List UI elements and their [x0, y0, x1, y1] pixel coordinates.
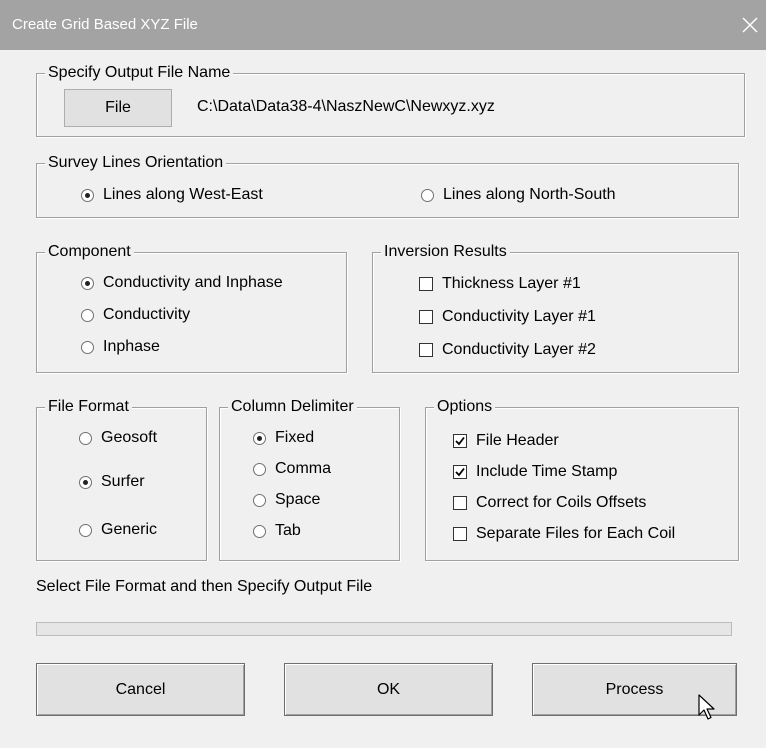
file-button[interactable]: File: [64, 89, 172, 127]
radio-label: Lines along West-East: [103, 186, 263, 203]
radio-label: Geosoft: [101, 429, 158, 446]
radio-label: Fixed: [275, 429, 315, 446]
component-group: Component Conductivity and Inphase Condu…: [36, 242, 347, 373]
check-conductivity-layer-1[interactable]: Conductivity Layer #1: [419, 308, 596, 326]
checkbox-label: Thickness Layer #1: [442, 275, 581, 292]
radio-label: Comma: [275, 460, 332, 477]
radio-label: Conductivity and Inphase: [103, 274, 283, 291]
radio-indicator: [253, 462, 266, 476]
radio-label: Inphase: [103, 338, 160, 355]
inversion-legend: Inversion Results: [381, 242, 510, 262]
radio-label: Surfer: [101, 473, 145, 490]
ok-button[interactable]: OK: [284, 663, 493, 716]
dialog-client: Specify Output File Name File C:\Data\Da…: [0, 50, 766, 748]
checkbox-label: File Header: [476, 432, 559, 449]
column-delimiter-group: Column Delimiter Fixed Comma Space Tab: [219, 397, 400, 561]
radio-surfer[interactable]: Surfer: [79, 473, 145, 491]
radio-fixed[interactable]: Fixed: [253, 429, 314, 447]
check-separate-files-each-coil[interactable]: Separate Files for Each Coil: [453, 525, 675, 543]
check-file-header[interactable]: File Header: [453, 432, 559, 450]
checkmark-icon: [455, 467, 465, 477]
radio-indicator: [253, 431, 266, 445]
radio-indicator: [253, 493, 266, 507]
window-title: Create Grid Based XYZ File: [12, 16, 198, 33]
checkbox-indicator: [419, 343, 433, 357]
checkbox-indicator: [419, 277, 433, 291]
title-bar: Create Grid Based XYZ File: [0, 0, 766, 50]
checkbox-label: Separate Files for Each Coil: [476, 525, 676, 542]
radio-label: Space: [275, 491, 321, 508]
status-text: Select File Format and then Specify Outp…: [36, 578, 373, 595]
radio-comma[interactable]: Comma: [253, 460, 331, 478]
radio-indicator: [81, 276, 94, 290]
radio-label: Lines along North-South: [443, 186, 616, 203]
radio-indicator: [79, 523, 92, 537]
output-path: C:\Data\Data38-4\NaszNewC\Newxyz.xyz: [197, 98, 495, 115]
radio-indicator: [79, 475, 92, 489]
close-button[interactable]: [736, 0, 766, 50]
radio-indicator: [81, 188, 94, 202]
radio-label: Generic: [101, 521, 158, 538]
file-format-legend: File Format: [45, 397, 132, 417]
orientation-legend: Survey Lines Orientation: [45, 153, 227, 173]
column-delimiter-legend: Column Delimiter: [228, 397, 357, 417]
radio-conductivity[interactable]: Conductivity: [81, 306, 190, 324]
radio-north-south[interactable]: Lines along North-South: [421, 186, 616, 204]
radio-indicator: [79, 431, 92, 445]
radio-indicator: [421, 188, 434, 202]
check-conductivity-layer-2[interactable]: Conductivity Layer #2: [419, 341, 596, 359]
checkbox-label: Include Time Stamp: [476, 463, 618, 480]
options-legend: Options: [434, 397, 496, 417]
checkbox-label: Conductivity Layer #2: [442, 341, 596, 358]
radio-geosoft[interactable]: Geosoft: [79, 429, 157, 447]
check-thickness-layer-1[interactable]: Thickness Layer #1: [419, 275, 581, 293]
check-include-time-stamp[interactable]: Include Time Stamp: [453, 463, 617, 481]
close-icon: [742, 17, 758, 33]
check-correct-coils-offsets[interactable]: Correct for Coils Offsets: [453, 494, 646, 512]
radio-space[interactable]: Space: [253, 491, 320, 509]
cancel-button[interactable]: Cancel: [36, 663, 245, 716]
radio-indicator: [81, 308, 94, 322]
checkbox-label: Correct for Coils Offsets: [476, 494, 647, 511]
radio-indicator: [81, 340, 94, 354]
orientation-group: Survey Lines Orientation Lines along Wes…: [36, 153, 739, 218]
checkbox-indicator: [453, 434, 467, 448]
radio-indicator: [253, 524, 266, 538]
file-format-group: File Format Geosoft Surfer Generic: [36, 397, 207, 561]
radio-label: Conductivity: [103, 306, 191, 323]
radio-label: Tab: [275, 522, 301, 539]
inversion-group: Inversion Results Thickness Layer #1 Con…: [372, 242, 739, 373]
radio-conductivity-inphase[interactable]: Conductivity and Inphase: [81, 274, 283, 292]
radio-generic[interactable]: Generic: [79, 521, 157, 539]
output-file-legend: Specify Output File Name: [45, 63, 234, 83]
mouse-cursor-icon: [698, 694, 715, 720]
checkbox-indicator: [453, 465, 467, 479]
checkbox-indicator: [453, 496, 467, 510]
checkbox-label: Conductivity Layer #1: [442, 308, 596, 325]
radio-west-east[interactable]: Lines along West-East: [81, 186, 263, 204]
component-legend: Component: [45, 242, 134, 262]
checkmark-icon: [455, 436, 465, 446]
output-file-group: Specify Output File Name File C:\Data\Da…: [36, 63, 745, 137]
checkbox-indicator: [419, 310, 433, 324]
progress-bar: [36, 622, 732, 636]
checkbox-indicator: [453, 527, 467, 541]
radio-tab[interactable]: Tab: [253, 522, 301, 540]
options-group: Options File Header Include Time Stamp C…: [425, 397, 739, 561]
dialog-window: Create Grid Based XYZ File Specify Outpu…: [0, 0, 766, 748]
radio-inphase[interactable]: Inphase: [81, 338, 160, 356]
